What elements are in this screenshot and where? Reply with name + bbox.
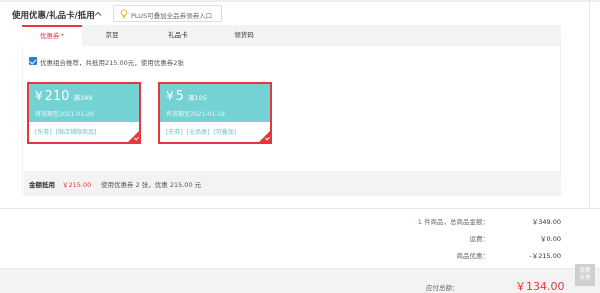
tab-coupons[interactable]: 优惠券*	[22, 25, 82, 47]
coupon-amount: ¥5 满105	[166, 89, 207, 104]
discount-label: 商品优惠：	[456, 252, 490, 260]
discount-row: 商品优惠： -￥215.00	[380, 250, 562, 262]
tab-redeem-code[interactable]: 领货码	[214, 25, 274, 46]
coupon-condition: 满349	[73, 94, 93, 102]
lightbulb-icon	[120, 9, 128, 19]
goods-label-text: 件商品，总商品金额：	[421, 218, 489, 226]
coupon-header: ¥5 满105 有效期至2021-01-19	[160, 84, 270, 122]
combo-recommend-checkbox[interactable]	[29, 57, 37, 65]
tab-required-star: *	[60, 32, 65, 40]
coupon-tag: [限店铺限商品]	[55, 129, 97, 136]
coupon-tags: [东券] [限店铺限商品]	[35, 127, 100, 136]
coupon-expiry: 有效期至2021-01-19	[166, 111, 225, 118]
tab-gift-card[interactable]: 礼品卡	[148, 25, 208, 46]
goods-total-row: 1 件商品，总商品金额： ￥349.00	[380, 216, 561, 228]
right-divider	[589, 0, 590, 208]
coupon-panel: 优惠组合推荐，共抵用215.00元，使用优惠券2张 ¥210 满349 有效期至2…	[22, 46, 561, 196]
payable-total-bar: 应付总额： ￥134.00	[0, 268, 600, 293]
feedback-line: 我要	[579, 268, 591, 274]
shipping-label: 运费：	[469, 235, 490, 243]
payable-label: 应付总额：	[426, 284, 459, 292]
discount-value: -￥215.00	[529, 252, 561, 260]
goods-total-value: ￥349.00	[531, 218, 561, 226]
coupon-tag: [全品类]	[186, 129, 210, 136]
plus-entry-label: PLUS可叠加全品券领券入口	[131, 12, 213, 20]
coupon-tag: [东券]	[166, 129, 183, 136]
coupon-tag: [可叠加]	[213, 129, 237, 136]
section-divider	[0, 208, 600, 209]
shipping-value: ￥0.00	[540, 235, 561, 243]
coupon-card[interactable]: ¥210 满349 有效期至2021-01-20 [东券] [限店铺限商品]	[27, 82, 141, 144]
coupon-amount: ¥210 满349	[35, 89, 92, 104]
coupon-tags: [东券] [全品类] [可叠加]	[166, 127, 240, 136]
summary-detail: 使用优惠券 2 张，优惠 215.00 元	[101, 181, 202, 189]
discount-tabs: 优惠券* 京豆 礼品卡 领货码	[22, 25, 561, 47]
discount-summary-bar: 金额抵用 ￥215.00 使用优惠券 2 张，优惠 215.00 元	[24, 171, 561, 195]
combo-recommend-text: 优惠组合推荐，共抵用215.00元，使用优惠券2张	[40, 59, 184, 67]
coupon-header: ¥210 满349 有效期至2021-01-20	[29, 84, 139, 122]
summary-label: 金额抵用	[29, 181, 55, 189]
top-border	[0, 0, 600, 2]
plus-coupon-entry-button[interactable]: PLUS可叠加全品券领券入口	[113, 5, 222, 22]
coupon-value: 210	[44, 89, 70, 104]
coupon-value: 5	[175, 89, 184, 104]
tab-coupons-label: 优惠券	[40, 32, 60, 40]
tab-jd-beans[interactable]: 京豆	[82, 25, 142, 46]
coupon-card[interactable]: ¥5 满105 有效期至2021-01-19 [东券] [全品类] [可叠加]	[158, 82, 272, 144]
coupon-condition: 满105	[187, 94, 207, 102]
feedback-button[interactable]: 我要 反馈	[575, 264, 595, 286]
coupon-expiry: 有效期至2021-01-20	[35, 111, 94, 118]
coupon-tag: [东券]	[35, 129, 52, 136]
section-title: 使用优惠/礼品卡/抵用	[12, 11, 95, 21]
payable-value: ￥134.00	[515, 280, 565, 293]
goods-total-label: 1 件商品，总商品金额：	[418, 216, 489, 226]
chevron-up-icon[interactable]	[93, 9, 103, 19]
coupon-currency: ¥	[35, 89, 43, 103]
feedback-line: 反馈	[579, 275, 591, 281]
coupon-currency: ¥	[166, 89, 174, 103]
shipping-row: 运费： ￥0.00	[380, 233, 562, 245]
summary-amount: ￥215.00	[62, 181, 92, 189]
